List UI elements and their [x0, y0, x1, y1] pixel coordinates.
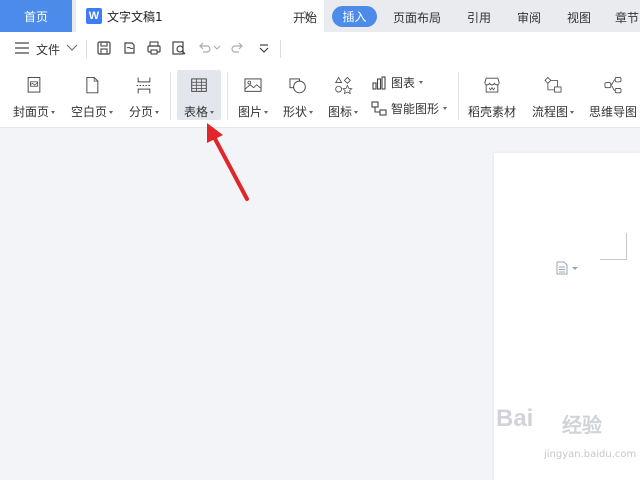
table-button[interactable]: 表格 — [177, 70, 221, 120]
menu-references[interactable]: 引用 — [467, 0, 491, 34]
paragraph-layout-icon[interactable] — [555, 261, 581, 275]
icon-button[interactable]: 图标 — [324, 70, 362, 120]
shape-icon — [289, 78, 306, 94]
cover-page-label: 封面页 — [12, 105, 49, 119]
divider — [170, 72, 171, 120]
shape-button[interactable]: 形状 — [278, 70, 318, 120]
docer-material-label: 稻壳素材 — [467, 105, 516, 119]
undo-icon[interactable] — [197, 40, 213, 56]
page-break-button[interactable]: 分页 — [124, 70, 164, 120]
picture-button[interactable]: 图片 — [234, 70, 272, 120]
smartart-button[interactable]: 智能图形 — [371, 100, 448, 117]
table-icon — [191, 78, 207, 92]
redo-icon[interactable] — [229, 40, 245, 56]
mindmap-button[interactable]: 思维导图 — [586, 70, 640, 120]
mindmap-label: 思维导图 — [588, 105, 637, 119]
smartart-label: 智能图形 — [391, 102, 440, 116]
chevron-down-icon[interactable] — [213, 44, 221, 52]
tab-home[interactable]: 首页 — [0, 0, 72, 32]
picture-icon — [244, 78, 262, 92]
mindmap-icon — [604, 77, 622, 94]
baidu-jingyan-watermark: Bai 经验 jingyan.baidu.com — [496, 405, 636, 475]
save-icon[interactable] — [96, 40, 112, 56]
divider — [458, 72, 459, 120]
menu-review[interactable]: 审阅 — [517, 0, 541, 34]
store-icon — [484, 77, 500, 93]
page-break-icon — [136, 77, 152, 94]
margin-corner-mark — [600, 233, 627, 260]
menu-chapter[interactable]: 章节 — [615, 0, 639, 34]
print-preview-icon[interactable] — [171, 40, 187, 56]
menu-view[interactable]: 视图 — [567, 0, 591, 34]
shape-label: 形状 — [282, 105, 307, 119]
flowchart-icon — [544, 76, 562, 93]
blank-page-icon — [86, 76, 99, 94]
customize-toolbar-icon[interactable] — [256, 40, 272, 56]
export-pdf-icon[interactable] — [121, 40, 137, 56]
tab-bar: 首页 W 文字文稿1 — [0, 0, 640, 32]
page-break-label: 分页 — [128, 105, 153, 119]
menu-page-layout[interactable]: 页面布局 — [393, 0, 441, 34]
docer-material-button[interactable]: 稻壳素材 — [466, 70, 518, 120]
tab-document-title: 文字文稿1 — [107, 9, 163, 24]
watermark-url: jingyan.baidu.com — [544, 449, 637, 460]
icon-label: 图标 — [327, 105, 352, 119]
writer-doc-icon: W — [86, 8, 102, 24]
icons-library-icon — [334, 76, 353, 95]
divider — [280, 40, 281, 58]
flowchart-label: 流程图 — [531, 105, 568, 119]
cover-page-button[interactable]: 封面页 — [10, 70, 58, 120]
chevron-down-icon[interactable] — [66, 43, 78, 53]
tab-document[interactable]: W 文字文稿1 — [76, 0, 324, 32]
menu-start[interactable]: 开始 — [293, 0, 317, 34]
divider — [227, 72, 228, 120]
print-icon[interactable] — [146, 40, 162, 56]
chart-button[interactable]: 图表 — [371, 74, 424, 91]
watermark-brand-suffix: 经验 — [562, 413, 602, 437]
menu-insert[interactable]: 插入 — [332, 6, 377, 27]
menu-file[interactable]: 文件 — [36, 32, 60, 66]
blank-page-button[interactable]: 空白页 — [67, 70, 117, 120]
flowchart-button[interactable]: 流程图 — [528, 70, 578, 120]
divider — [86, 40, 87, 58]
blank-page-label: 空白页 — [70, 105, 107, 119]
cover-page-icon — [27, 76, 41, 93]
chart-icon — [372, 75, 386, 90]
chart-label: 图表 — [391, 76, 416, 90]
watermark-brand: Bai — [496, 405, 534, 432]
smartart-icon — [371, 100, 387, 116]
hamburger-menu-icon[interactable] — [14, 41, 30, 55]
annotation-arrow — [207, 123, 249, 201]
